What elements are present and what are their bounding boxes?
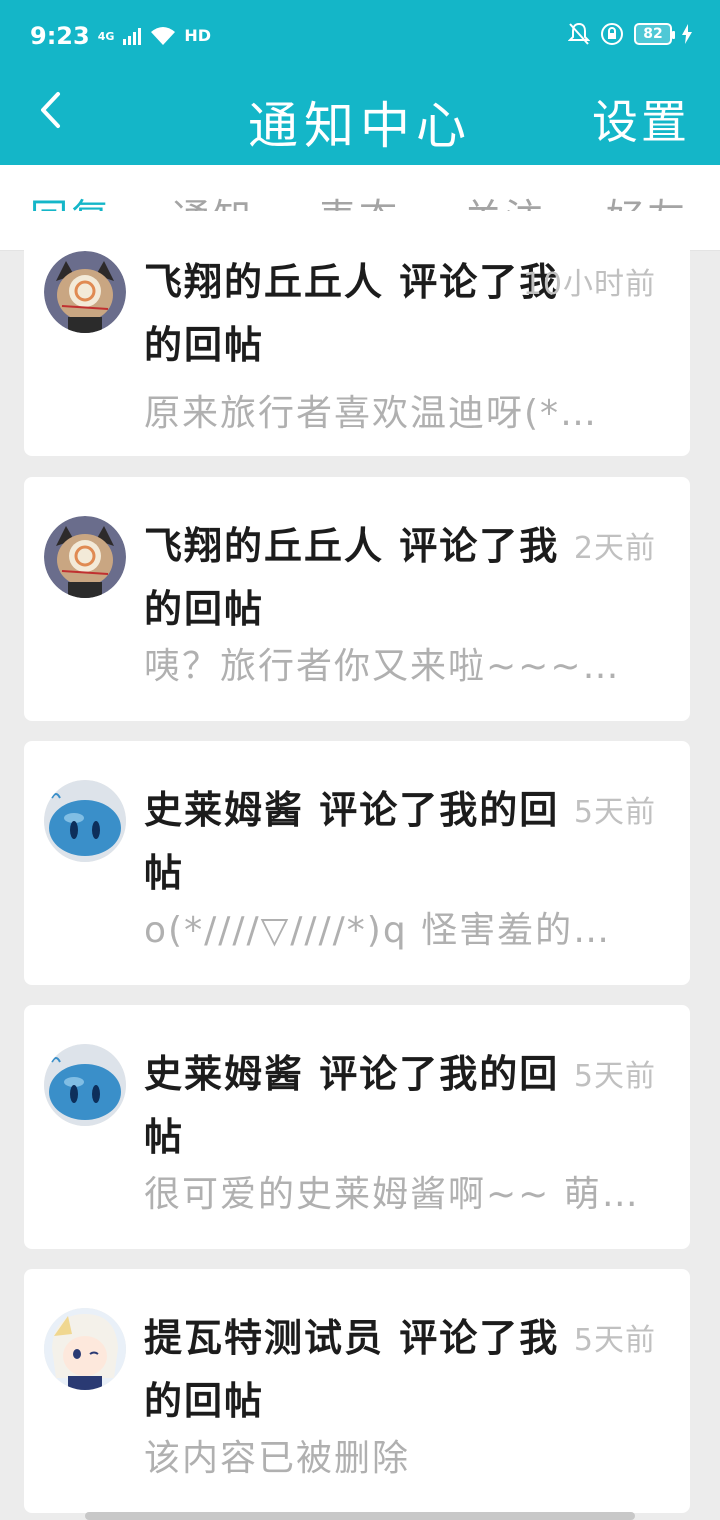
notification-title: 提瓦特测试员 评论了我的回帖 <box>144 1316 560 1423</box>
avatar[interactable] <box>44 1044 126 1126</box>
list-item[interactable]: 史莱姆酱 评论了我的回帖 5天前 很可爱的史莱姆酱啊~~ 萌… <box>24 1005 690 1249</box>
notification-preview: o(*////▽////*)q 怪害羞的… <box>144 910 612 951</box>
list-item[interactable]: 提瓦特测试员 评论了我的回帖 5天前 该内容已被删除 <box>24 1269 690 1513</box>
status-bar: 9:23 4G HD 82 <box>0 0 720 72</box>
charging-icon <box>682 24 692 44</box>
notification-time: 5天前 <box>573 1323 656 1358</box>
avatar[interactable] <box>44 251 126 333</box>
wifi-icon <box>151 27 176 45</box>
slime-avatar-icon <box>44 1044 126 1126</box>
notification-preview: 咦？旅行者你又来啦~~~… <box>144 646 621 687</box>
notification-preview: 原来旅行者喜欢温迪呀(*… <box>144 393 599 434</box>
slime-avatar-icon <box>44 780 126 862</box>
hd-indicator: HD <box>184 26 212 45</box>
gesture-bar[interactable] <box>85 1512 635 1520</box>
mute-bell-icon <box>568 22 590 45</box>
notification-preview: 很可爱的史莱姆酱啊~~ 萌… <box>144 1174 640 1215</box>
notification-time: 2天前 <box>573 531 656 566</box>
notification-title: 飞翔的丘丘人 评论了我的回帖 <box>144 524 560 631</box>
network-type: 4G <box>97 29 115 43</box>
list-item[interactable]: 飞翔的丘丘人 评论了我的回帖 2天前 咦？旅行者你又来啦~~~… <box>24 477 690 721</box>
list-item[interactable]: 飞翔的丘丘人 评论了我的回帖 10小时前 原来旅行者喜欢温迪呀(*… <box>24 211 690 456</box>
hilichurl-avatar-icon <box>44 251 126 333</box>
status-right: 82 <box>568 22 692 46</box>
notification-time: 5天前 <box>573 1059 656 1094</box>
settings-button[interactable]: 设置 <box>592 86 690 152</box>
avatar[interactable] <box>44 516 126 598</box>
battery-indicator: 82 <box>634 23 675 45</box>
notification-time: 10小时前 <box>522 267 656 302</box>
status-time: 9:23 <box>30 22 90 50</box>
notification-preview: 该内容已被删除 <box>144 1438 411 1479</box>
notification-title: 史莱姆酱 评论了我的回帖 <box>144 1052 560 1159</box>
notification-time: 5天前 <box>573 795 656 830</box>
app-header: 通知中心 设置 <box>0 72 720 165</box>
lock-rotation-icon <box>601 23 623 45</box>
paimon-avatar-icon <box>44 1308 126 1390</box>
battery-level: 82 <box>643 26 663 42</box>
notification-title: 飞翔的丘丘人 评论了我的回帖 <box>144 260 560 367</box>
signal-icon <box>123 28 142 45</box>
hilichurl-avatar-icon <box>44 516 126 598</box>
avatar[interactable] <box>44 780 126 862</box>
list-item[interactable]: 史莱姆酱 评论了我的回帖 5天前 o(*////▽////*)q 怪害羞的… <box>24 741 690 985</box>
notification-title: 史莱姆酱 评论了我的回帖 <box>144 788 560 895</box>
status-left: 9:23 4G HD <box>30 22 211 50</box>
avatar[interactable] <box>44 1308 126 1390</box>
